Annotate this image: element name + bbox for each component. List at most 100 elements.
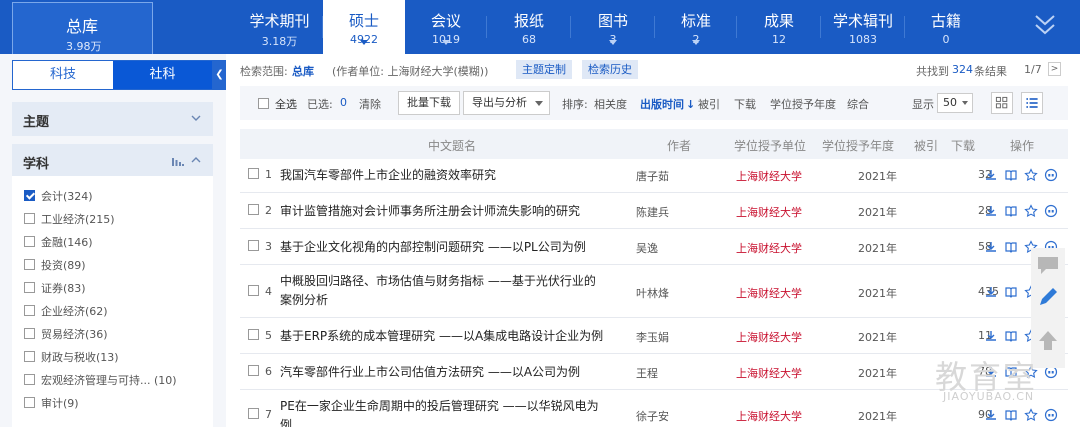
table-row[interactable]: 5 基于ERP系统的成本管理研究 ——以A集成电路设计企业为例 李玉娟 上海财经大学 2…: [240, 318, 1068, 354]
author-link[interactable]: 徐子安: [636, 408, 669, 424]
sort-publish-date[interactable]: 出版时间 ↓: [640, 96, 695, 112]
paper-title-link[interactable]: PE在一家企业生命周期中的投后管理研究 ——以华锐风电为例: [280, 397, 599, 427]
segment-social-science[interactable]: 社科: [113, 61, 212, 89]
topic-custom-button[interactable]: 主题定制: [516, 60, 572, 79]
batch-download-button[interactable]: 批量下载: [398, 91, 460, 115]
quote-icon[interactable]: [1044, 204, 1058, 218]
download-icon[interactable]: [984, 204, 998, 218]
row-checkbox[interactable]: 1: [248, 168, 272, 181]
table-row[interactable]: 1 我国汽车零部件上市企业的融资效率研究 唐子茹 上海财经大学 2021年 32: [240, 157, 1068, 193]
subject-item[interactable]: 金融(146): [24, 234, 93, 252]
facet-subject-header[interactable]: 学科: [12, 144, 213, 178]
checkbox[interactable]: [248, 285, 259, 296]
checkbox[interactable]: [24, 305, 35, 316]
tab-ancient-books[interactable]: 古籍 0: [905, 0, 987, 54]
subject-item[interactable]: 投资(89): [24, 257, 86, 275]
checkbox-checked[interactable]: [24, 190, 35, 201]
row-checkbox[interactable]: 4: [248, 285, 272, 298]
checkbox[interactable]: [24, 351, 35, 362]
favorite-star-icon[interactable]: [1024, 204, 1038, 218]
read-book-icon[interactable]: [1004, 285, 1018, 299]
tab-achievements[interactable]: 成果 12: [737, 0, 821, 54]
row-checkbox[interactable]: 7: [248, 408, 272, 421]
author-link[interactable]: 王程: [636, 365, 658, 381]
degree-unit-link[interactable]: 上海财经大学: [736, 168, 802, 184]
checkbox[interactable]: [248, 204, 259, 215]
author-link[interactable]: 叶林烽: [636, 285, 669, 301]
author-link[interactable]: 唐子茹: [636, 168, 669, 184]
degree-unit-link[interactable]: 上海财经大学: [736, 240, 802, 256]
page-size-select[interactable]: 50: [937, 93, 973, 113]
read-book-icon[interactable]: [1004, 204, 1018, 218]
checkbox[interactable]: [248, 365, 259, 376]
quote-icon[interactable]: [1044, 168, 1058, 182]
table-row[interactable]: 3 基于企业文化视角的内部控制问题研究 ——以PL公司为例 吴逸 上海财经大学 2021…: [240, 229, 1068, 265]
subject-item[interactable]: 财政与税收(13): [24, 349, 119, 367]
degree-unit-link[interactable]: 上海财经大学: [736, 204, 802, 220]
sort-relevance[interactable]: 相关度: [594, 96, 627, 112]
checkbox[interactable]: [24, 374, 35, 385]
sort-overall[interactable]: 综合: [847, 96, 869, 112]
subject-item[interactable]: 工业经济(215): [24, 211, 115, 229]
checkbox[interactable]: [258, 98, 269, 109]
degree-unit-link[interactable]: 上海财经大学: [736, 329, 802, 345]
paper-title-link[interactable]: 中概股回归路径、市场估值与财务指标 ——基于光伏行业的 案例分析: [280, 272, 596, 310]
checkbox[interactable]: [24, 213, 35, 224]
edit-pencil-icon[interactable]: [1035, 284, 1061, 310]
tab-journals[interactable]: 学术期刊 3.18万: [236, 0, 323, 54]
bar-chart-icon[interactable]: [172, 156, 184, 166]
paper-title-link[interactable]: 我国汽车零部件上市企业的融资效率研究: [280, 166, 496, 185]
row-checkbox[interactable]: 6: [248, 365, 272, 378]
read-book-icon[interactable]: [1004, 329, 1018, 343]
checkbox[interactable]: [248, 408, 259, 419]
tab-academic-series[interactable]: 学术辑刊 1083: [821, 0, 905, 54]
next-page-button[interactable]: >: [1048, 62, 1061, 76]
read-book-icon[interactable]: [1004, 240, 1018, 254]
facet-topic-header[interactable]: 主题: [12, 102, 213, 136]
author-link[interactable]: 吴逸: [636, 240, 658, 256]
table-row[interactable]: 2 审计监管措施对会计师事务所注册会计师流失影响的研究 陈建兵 上海财经大学 2021年…: [240, 193, 1068, 229]
clear-link[interactable]: 清除: [359, 96, 381, 112]
sort-degree-year[interactable]: 学位授予年度: [770, 96, 836, 112]
checkbox[interactable]: [24, 259, 35, 270]
tab-standards[interactable]: 标准 2: [655, 0, 737, 54]
tab-total-library[interactable]: 总库 3.98万: [12, 2, 153, 54]
subject-item[interactable]: 宏观经济管理与可持... (10): [24, 372, 177, 390]
degree-unit-link[interactable]: 上海财经大学: [736, 408, 802, 424]
list-view-button[interactable]: [1021, 92, 1043, 114]
tab-newspaper[interactable]: 报纸 68: [487, 0, 571, 54]
tab-conference[interactable]: 会议 1019: [405, 0, 487, 54]
subject-item[interactable]: 审计(9): [24, 395, 79, 413]
subject-item[interactable]: 企业经济(62): [24, 303, 108, 321]
checkbox[interactable]: [24, 328, 35, 339]
row-checkbox[interactable]: 3: [248, 240, 272, 253]
paper-title-link[interactable]: 基于ERP系统的成本管理研究 ——以A集成电路设计企业为例: [280, 327, 603, 346]
subject-item[interactable]: 证券(83): [24, 280, 86, 298]
collapse-panel-button[interactable]: ❮: [213, 60, 226, 90]
subject-item[interactable]: 贸易经济(36): [24, 326, 108, 344]
select-all[interactable]: 全选: [258, 96, 297, 112]
segment-science-tech[interactable]: 科技: [13, 61, 113, 89]
download-icon[interactable]: [984, 168, 998, 182]
checkbox[interactable]: [24, 236, 35, 247]
checkbox[interactable]: [24, 397, 35, 408]
sort-download[interactable]: 下载: [734, 96, 756, 112]
subject-item[interactable]: 会计(324): [24, 188, 93, 206]
back-to-top-icon[interactable]: [1035, 328, 1061, 354]
expand-chevron-icon[interactable]: [1030, 10, 1060, 40]
checkbox[interactable]: [248, 240, 259, 251]
table-row[interactable]: 4 中概股回归路径、市场估值与财务指标 ——基于光伏行业的 案例分析 叶林烽 上海财经大…: [240, 265, 1068, 318]
tab-books[interactable]: 图书 3: [571, 0, 655, 54]
grid-view-button[interactable]: [991, 92, 1013, 114]
degree-unit-link[interactable]: 上海财经大学: [736, 365, 802, 381]
row-checkbox[interactable]: 2: [248, 204, 272, 217]
tab-masters[interactable]: 硕士 4922: [323, 0, 405, 54]
download-icon[interactable]: [984, 329, 998, 343]
paper-title-link[interactable]: 基于企业文化视角的内部控制问题研究 ——以PL公司为例: [280, 238, 586, 257]
comment-icon[interactable]: [1035, 252, 1061, 278]
favorite-star-icon[interactable]: [1024, 168, 1038, 182]
author-link[interactable]: 陈建兵: [636, 204, 669, 220]
read-book-icon[interactable]: [1004, 168, 1018, 182]
sort-cited[interactable]: 被引: [698, 96, 720, 112]
checkbox[interactable]: [24, 282, 35, 293]
